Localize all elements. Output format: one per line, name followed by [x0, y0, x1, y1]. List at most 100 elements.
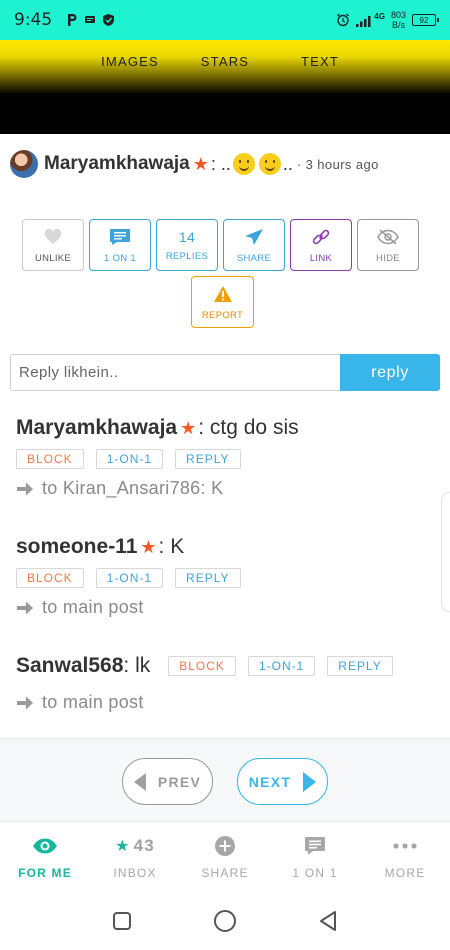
- nav-inbox-label: INBOX: [113, 865, 157, 880]
- shield-icon: [103, 14, 115, 26]
- reply-button[interactable]: reply: [340, 354, 440, 391]
- nav-share-label: SHARE: [201, 865, 249, 880]
- report-label: REPORT: [201, 309, 244, 321]
- top-banner: IMAGES STARS TEXT: [0, 40, 450, 134]
- star-icon: ★: [180, 417, 197, 438]
- replies-button[interactable]: 14 REPLIES: [156, 219, 218, 271]
- inbox-indicator: ★ 43: [115, 834, 155, 858]
- next-button[interactable]: NEXT: [237, 758, 328, 805]
- reply-target[interactable]: to main post: [16, 597, 436, 618]
- hide-button[interactable]: HIDE: [357, 219, 419, 271]
- status-system-icons: 4G 803 B/s 92: [336, 10, 439, 30]
- message-icon: [85, 16, 96, 23]
- back-triangle-icon: [320, 910, 337, 931]
- post-header: Maryamkhawaja ★ : .. .. · 3 hours ago: [10, 144, 440, 184]
- reply-box: reply: [10, 354, 440, 391]
- recent-apps-button[interactable]: [102, 901, 142, 941]
- post-actions: UNLIKE 1 ON 1 14 REPLIES SHARE LINK HIDE: [22, 219, 427, 271]
- square-icon: [112, 911, 131, 930]
- one-on-one-label: 1 ON 1: [104, 252, 136, 264]
- paytm-icon: [68, 14, 77, 26]
- tab-images[interactable]: IMAGES: [83, 54, 178, 69]
- post-text-prefix: : ..: [210, 153, 231, 174]
- reply-target[interactable]: to main post: [16, 692, 436, 713]
- block-button[interactable]: BLOCK: [16, 568, 84, 588]
- inbox-count: 43: [133, 835, 155, 855]
- reply-target-text: to Kiran_Ansari786: K: [42, 478, 224, 498]
- warning-icon: [213, 284, 233, 304]
- tab-text[interactable]: TEXT: [273, 54, 368, 69]
- reply-message: : lk: [123, 654, 151, 677]
- post-username[interactable]: Maryamkhawaja: [44, 153, 190, 175]
- link-button[interactable]: LINK: [290, 219, 352, 271]
- triangle-left-icon: [133, 772, 146, 791]
- alarm-icon: [337, 13, 350, 27]
- nav-inbox[interactable]: ★ 43 INBOX: [90, 822, 180, 891]
- arrow-right-icon: [16, 600, 34, 616]
- arrow-right-icon: [16, 481, 34, 497]
- heart-icon: [44, 227, 62, 247]
- battery-level: 92: [419, 15, 429, 25]
- reply-actions: BLOCK 1-ON-1 REPLY: [16, 568, 436, 588]
- tab-stars[interactable]: STARS: [178, 54, 273, 69]
- reply-input[interactable]: [10, 354, 340, 391]
- triangle-right-icon: [303, 771, 317, 792]
- star-icon: ★: [192, 153, 209, 174]
- network-type: 4G: [374, 11, 385, 21]
- nav-more[interactable]: MORE: [360, 822, 450, 891]
- eye-icon: [32, 834, 58, 858]
- plus-circle-icon: [214, 834, 236, 858]
- battery-icon: 92: [412, 14, 439, 26]
- reply-pill[interactable]: REPLY: [175, 568, 241, 588]
- back-button[interactable]: [308, 901, 348, 941]
- star-icon: ★: [115, 837, 131, 855]
- reply-username[interactable]: someone-11: [16, 535, 137, 559]
- reply-message: : ctg do sis: [198, 416, 299, 439]
- list-item: someone-11 ★ : K BLOCK 1-ON-1 REPLY to m…: [16, 535, 436, 618]
- reply-message: : K: [158, 535, 185, 558]
- nav-for-me[interactable]: FOR ME: [0, 822, 90, 891]
- star-icon: ★: [140, 536, 157, 557]
- net-speed: 803 B/s: [391, 10, 406, 30]
- reply-line: someone-11 ★ : K: [16, 535, 436, 559]
- post-text: : .. ..: [211, 153, 293, 175]
- one-on-one-button[interactable]: 1 ON 1: [89, 219, 151, 271]
- report-button[interactable]: REPORT: [191, 276, 254, 328]
- reply-pill[interactable]: REPLY: [175, 449, 241, 469]
- reply-username[interactable]: Maryamkhawaja: [16, 416, 177, 440]
- reply-username[interactable]: Sanwal568: [16, 654, 123, 678]
- one-on-one-pill[interactable]: 1-ON-1: [95, 449, 164, 469]
- reply-line: Maryamkhawaja ★ : ctg do sis: [16, 416, 436, 440]
- list-item: Maryamkhawaja ★ : ctg do sis BLOCK 1-ON-…: [16, 416, 436, 499]
- reply-target[interactable]: to Kiran_Ansari786: K: [16, 478, 436, 499]
- side-drawer-handle[interactable]: [441, 492, 450, 612]
- block-button[interactable]: BLOCK: [16, 449, 84, 469]
- reply-line: Sanwal568 : lk BLOCK 1-ON-1 REPLY: [16, 654, 436, 678]
- avatar[interactable]: [10, 150, 38, 178]
- pager: PREV NEXT: [0, 739, 450, 821]
- home-button[interactable]: [205, 901, 245, 941]
- post-time: · 3 hours ago: [296, 156, 379, 172]
- status-time: 9:45: [14, 10, 53, 30]
- one-on-one-pill[interactable]: 1-ON-1: [247, 656, 316, 676]
- next-label: NEXT: [248, 773, 292, 790]
- link-icon: [311, 227, 331, 247]
- unlike-label: UNLIKE: [34, 252, 72, 264]
- status-notification-icons: [66, 13, 115, 27]
- system-nav: [0, 891, 450, 950]
- share-button[interactable]: SHARE: [223, 219, 285, 271]
- nav-one-on-one[interactable]: 1 ON 1: [270, 822, 360, 891]
- share-label: SHARE: [236, 252, 272, 264]
- block-button[interactable]: BLOCK: [168, 656, 236, 676]
- hide-label: HIDE: [376, 252, 400, 264]
- nav-one-on-one-label: 1 ON 1: [292, 865, 338, 880]
- prev-button[interactable]: PREV: [122, 758, 213, 805]
- nav-share[interactable]: SHARE: [180, 822, 270, 891]
- circle-icon: [213, 909, 236, 932]
- unlike-button[interactable]: UNLIKE: [22, 219, 84, 271]
- one-on-one-pill[interactable]: 1-ON-1: [95, 568, 164, 588]
- replies-count: 14: [178, 228, 196, 245]
- eye-off-icon: [377, 227, 399, 247]
- arrow-right-icon: [16, 695, 34, 711]
- reply-pill[interactable]: REPLY: [327, 656, 393, 676]
